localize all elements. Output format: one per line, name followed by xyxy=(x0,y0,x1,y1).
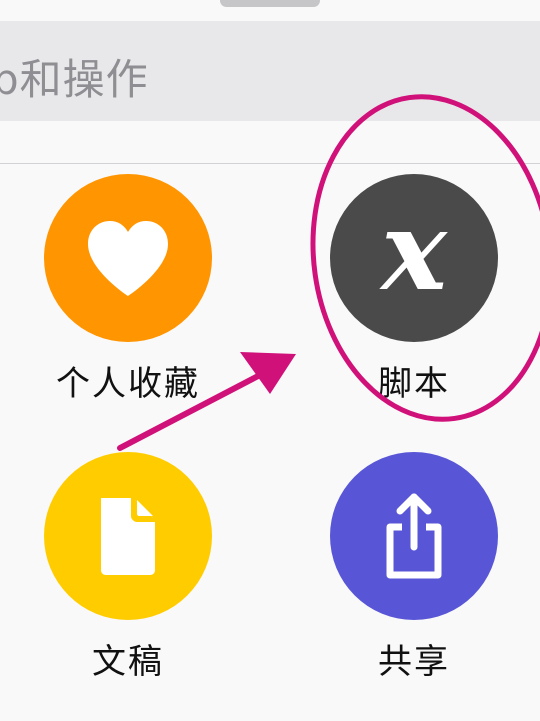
share-circle[interactable] xyxy=(330,452,498,620)
script-x-icon: x xyxy=(381,186,447,315)
documents-circle[interactable] xyxy=(44,452,212,620)
share-icon xyxy=(386,493,442,579)
section-divider xyxy=(0,163,540,164)
share-label: 共享 xyxy=(378,642,450,682)
action-share[interactable]: 共享 xyxy=(294,452,534,712)
action-documents[interactable]: 文稿 xyxy=(8,452,248,712)
search-field-text: p和操作 xyxy=(0,55,149,104)
scripts-label: 脚本 xyxy=(378,364,450,404)
document-icon xyxy=(101,498,155,575)
documents-label: 文稿 xyxy=(92,642,164,682)
sheet-grabber-handle[interactable] xyxy=(220,0,320,7)
action-favorites[interactable]: 个人收藏 xyxy=(8,174,248,434)
scripts-circle[interactable]: x xyxy=(330,174,498,342)
favorites-label: 个人收藏 xyxy=(56,364,200,404)
action-scripts[interactable]: x 脚本 xyxy=(294,174,534,434)
favorites-circle[interactable] xyxy=(44,174,212,342)
heart-icon xyxy=(88,221,168,296)
arrow-head xyxy=(240,352,296,394)
